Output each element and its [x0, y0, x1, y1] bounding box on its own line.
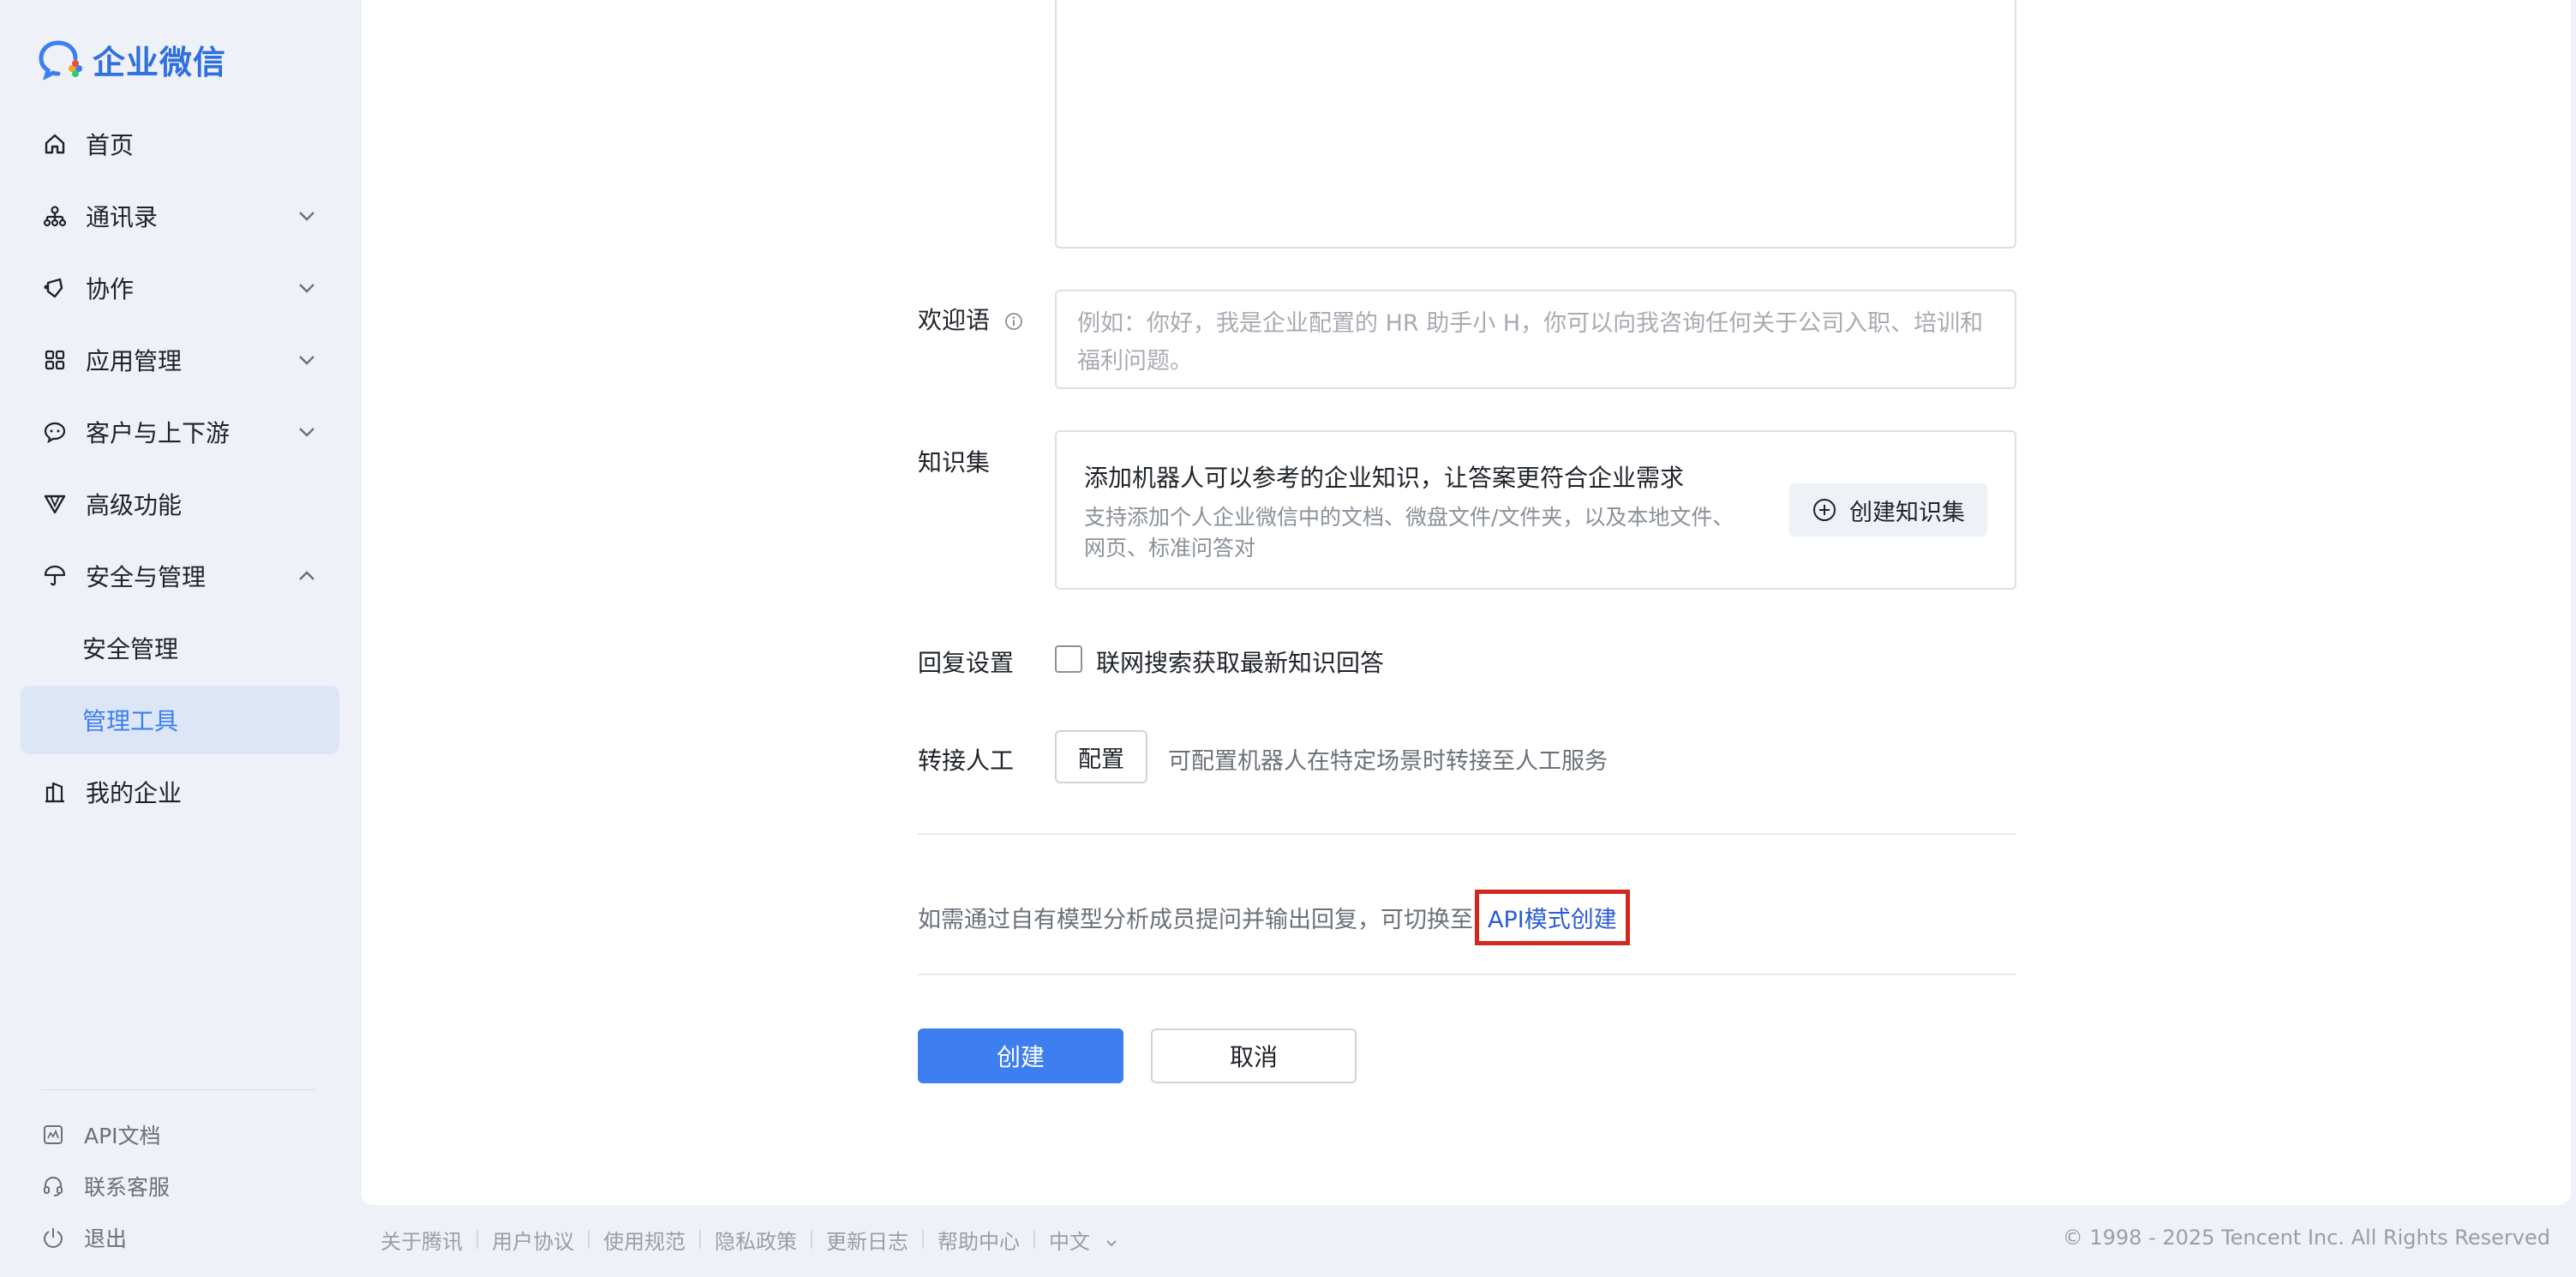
- brand-name: 企业微信: [93, 36, 226, 83]
- sidebar-item-label: 我的企业: [86, 775, 182, 809]
- transfer-desc: 可配置机器人在特定场景时转接至人工服务: [1168, 742, 1608, 776]
- wecom-logo-icon: [38, 38, 86, 81]
- org-chart-icon: [41, 202, 69, 230]
- api-mode-hint: 如需通过自有模型分析成员提问并输出回复，可切换至 API模式创建: [918, 890, 1630, 945]
- welcome-label-text: 欢迎语: [918, 306, 990, 334]
- sidebar-divider: [41, 1089, 315, 1090]
- umbrella-icon: [41, 562, 69, 590]
- create-knowledge-button[interactable]: 创建知识集: [1789, 483, 1987, 537]
- api-mode-link[interactable]: API模式创建: [1475, 890, 1630, 945]
- knowledge-label: 知识集: [918, 444, 990, 478]
- power-icon: [41, 1226, 65, 1250]
- sidebar-item-apps[interactable]: 应用管理: [21, 326, 339, 394]
- brand-logo[interactable]: 企业微信: [38, 38, 226, 81]
- sidebar-footer-logout[interactable]: 退出: [41, 1220, 127, 1255]
- transfer-config-button[interactable]: 配置: [1055, 730, 1147, 783]
- apps-grid-icon: [41, 346, 69, 374]
- welcome-input[interactable]: 例如：你好，我是企业配置的 HR 助手小 H，你可以向我咨询任何关于公司入职、培…: [1055, 290, 2016, 389]
- sidebar-item-label: 首页: [86, 127, 134, 161]
- home-icon: [41, 130, 69, 158]
- footer-links: 关于腾讯 用户协议 使用规范 隐私政策 更新日志 帮助中心 中文: [380, 1224, 1119, 1255]
- footer-link-changelog[interactable]: 更新日志: [826, 1225, 908, 1255]
- divider: [918, 974, 2016, 975]
- sidebar-footer-label: API文档: [84, 1119, 161, 1150]
- info-icon[interactable]: [1004, 312, 1023, 331]
- sidebar-item-label: 管理工具: [82, 703, 178, 737]
- sidebar-item-label: 通讯录: [86, 199, 158, 233]
- footer-link-agreement[interactable]: 用户协议: [492, 1225, 574, 1255]
- language-label: 中文: [1049, 1230, 1090, 1254]
- sidebar-item-home[interactable]: 首页: [21, 110, 339, 178]
- chevron-down-icon: [295, 204, 319, 228]
- api-doc-icon: [41, 1123, 65, 1147]
- plus-circle-icon: [1812, 497, 1837, 523]
- footer-separator: [476, 1230, 478, 1249]
- reply-settings-label: 回复设置: [918, 644, 1014, 679]
- sidebar-item-security[interactable]: 安全与管理: [21, 542, 339, 610]
- footer-separator: [699, 1230, 701, 1249]
- knowledge-title: 添加机器人可以参考的企业知识，让答案更符合企业需求: [1084, 459, 1684, 494]
- copyright: © 1998 - 2025 Tencent Inc. All Rights Re…: [2063, 1226, 2550, 1250]
- sidebar-item-label: 应用管理: [86, 343, 182, 377]
- chevron-down-icon: [295, 348, 319, 372]
- chat-bubble-icon: [41, 418, 69, 446]
- knowledge-panel: 添加机器人可以参考的企业知识，让答案更符合企业需求 支持添加个人企业微信中的文档…: [1055, 430, 2016, 590]
- chevron-down-icon: [1104, 1235, 1119, 1250]
- knowledge-desc: 支持添加个人企业微信中的文档、微盘文件/文件夹，以及本地文件、网页、标准问答对: [1084, 502, 1735, 564]
- sidebar: 企业微信 首页 通讯录 协作 应用管理 客户与上下游: [0, 0, 360, 1277]
- sidebar-item-my-enterprise[interactable]: 我的企业: [21, 758, 339, 826]
- sidebar-item-advanced[interactable]: 高级功能: [21, 470, 339, 538]
- language-selector[interactable]: 中文: [1049, 1225, 1119, 1255]
- sidebar-item-label: 安全与管理: [86, 559, 206, 593]
- sidebar-item-contacts[interactable]: 通讯录: [21, 182, 339, 250]
- headset-icon: [41, 1174, 65, 1198]
- create-button[interactable]: 创建: [918, 1028, 1123, 1083]
- sidebar-footer-api-docs[interactable]: API文档: [41, 1118, 161, 1152]
- transfer-label: 转接人工: [918, 742, 1014, 776]
- divider: [918, 833, 2016, 835]
- footer-separator: [588, 1230, 590, 1249]
- building-icon: [41, 778, 69, 806]
- web-search-checkbox-label[interactable]: 联网搜索获取最新知识回答: [1096, 644, 1384, 679]
- chevron-down-icon: [295, 276, 319, 300]
- sidebar-item-label: 客户与上下游: [86, 415, 230, 449]
- sidebar-item-admin-tools[interactable]: 管理工具: [21, 686, 339, 754]
- main-content: 欢迎语 例如：你好，我是企业配置的 HR 助手小 H，你可以向我咨询任何关于公司…: [360, 0, 2571, 1205]
- description-textarea[interactable]: [1055, 0, 2016, 249]
- chevron-up-icon: [295, 564, 319, 588]
- sidebar-item-label: 安全管理: [82, 631, 178, 665]
- sidebar-item-label: 高级功能: [86, 487, 182, 521]
- chevron-down-icon: [295, 420, 319, 444]
- sidebar-footer-label: 联系客服: [84, 1171, 170, 1202]
- footer-separator: [922, 1230, 924, 1249]
- sidebar-footer-label: 退出: [84, 1222, 127, 1253]
- footer-link-privacy[interactable]: 隐私政策: [715, 1225, 797, 1255]
- sidebar-item-label: 协作: [86, 271, 134, 305]
- collab-icon: [41, 274, 69, 302]
- advanced-icon: [41, 490, 69, 518]
- web-search-checkbox[interactable]: [1055, 645, 1082, 673]
- footer-link-help[interactable]: 帮助中心: [938, 1225, 1020, 1255]
- footer-separator: [811, 1230, 812, 1249]
- sidebar-item-security-management[interactable]: 安全管理: [21, 614, 339, 682]
- api-mode-hint-text: 如需通过自有模型分析成员提问并输出回复，可切换至: [918, 901, 1473, 934]
- footer-link-about[interactable]: 关于腾讯: [380, 1225, 463, 1255]
- welcome-label: 欢迎语: [918, 302, 1023, 336]
- sidebar-item-customers[interactable]: 客户与上下游: [21, 398, 339, 466]
- sidebar-footer-support[interactable]: 联系客服: [41, 1169, 170, 1203]
- create-knowledge-label: 创建知识集: [1849, 494, 1965, 527]
- sidebar-item-collab[interactable]: 协作: [21, 254, 339, 322]
- cancel-button[interactable]: 取消: [1151, 1028, 1357, 1083]
- footer-link-rules[interactable]: 使用规范: [603, 1225, 686, 1255]
- footer-separator: [1033, 1230, 1035, 1249]
